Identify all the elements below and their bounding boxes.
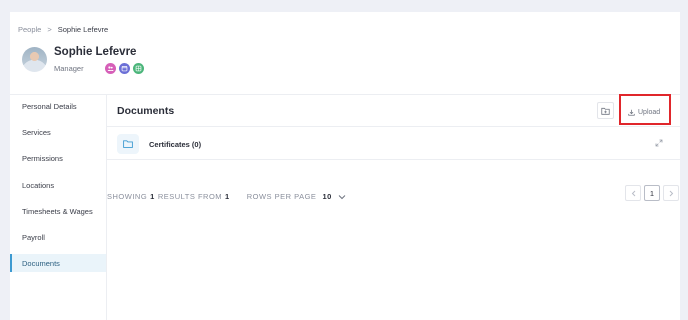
expand-icon[interactable] bbox=[655, 139, 663, 147]
avatar bbox=[22, 47, 47, 72]
profile-name: Sophie Lefevre bbox=[54, 46, 137, 58]
breadcrumb-separator: > bbox=[47, 25, 52, 34]
results-from-label: RESULTS FROM bbox=[157, 192, 223, 201]
sidebar-item-documents[interactable]: Documents bbox=[10, 254, 106, 272]
folder-icon bbox=[117, 134, 139, 154]
showing-label: SHOWING bbox=[107, 192, 148, 201]
profile-role: Manager bbox=[54, 64, 84, 73]
new-folder-button[interactable] bbox=[597, 102, 614, 119]
pagination: 1 bbox=[625, 185, 679, 201]
next-page-button[interactable] bbox=[663, 185, 679, 201]
folder-add-icon bbox=[601, 107, 610, 115]
breadcrumb-people-link[interactable]: People bbox=[18, 25, 41, 34]
sidebar: Personal Details Services Permissions Lo… bbox=[10, 95, 107, 320]
folder-row-certificates[interactable]: Certificates (0) bbox=[107, 128, 680, 160]
upload-highlight-box bbox=[619, 94, 671, 125]
rows-per-page-value: 10 bbox=[322, 192, 332, 201]
results-total: 1 bbox=[225, 192, 230, 201]
profile-badges bbox=[105, 63, 144, 74]
page-title: Documents bbox=[117, 105, 175, 117]
sidebar-item-payroll[interactable]: Payroll bbox=[10, 228, 106, 246]
sidebar-item-services[interactable]: Services bbox=[10, 123, 106, 141]
breadcrumb-current: Sophie Lefevre bbox=[57, 25, 109, 34]
sidebar-item-permissions[interactable]: Permissions bbox=[10, 149, 106, 167]
documents-panel: Documents Upload Certificates (0) SHOWIN… bbox=[107, 94, 680, 320]
page-button-current[interactable]: 1 bbox=[644, 185, 660, 201]
rows-per-page-select[interactable]: ROWS PER PAGE 10 bbox=[247, 192, 346, 201]
rows-per-page-label: ROWS PER PAGE bbox=[246, 192, 317, 201]
prev-page-button[interactable] bbox=[625, 185, 641, 201]
paging-summary: SHOWING 1 RESULTS FROM 1 ROWS PER PAGE 1… bbox=[107, 192, 346, 201]
showing-count: 1 bbox=[150, 192, 155, 201]
chevron-down-icon bbox=[338, 194, 346, 199]
chevron-right-icon bbox=[669, 190, 673, 196]
people-icon[interactable] bbox=[105, 63, 116, 74]
grid-icon[interactable] bbox=[133, 63, 144, 74]
sidebar-item-personal-details[interactable]: Personal Details bbox=[10, 97, 106, 115]
content-card: People > Sophie Lefevre Sophie Lefevre M… bbox=[10, 12, 680, 320]
breadcrumb: People > Sophie Lefevre bbox=[18, 25, 108, 34]
documents-header: Documents Upload bbox=[107, 94, 680, 127]
sidebar-item-locations[interactable]: Locations bbox=[10, 176, 106, 194]
chevron-left-icon bbox=[631, 190, 635, 196]
sidebar-item-timesheets-wages[interactable]: Timesheets & Wages bbox=[10, 202, 106, 220]
folder-label: Certificates (0) bbox=[149, 140, 202, 149]
calendar-icon[interactable] bbox=[119, 63, 130, 74]
